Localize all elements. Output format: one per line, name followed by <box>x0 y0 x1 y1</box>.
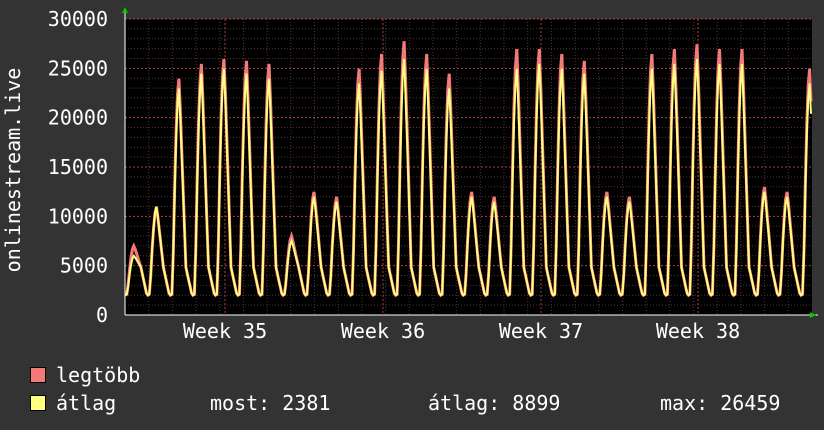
x-tick-label: Week 36 <box>341 319 425 343</box>
y-tick-label: 0 <box>96 303 108 327</box>
legend-swatch-avg <box>30 394 46 411</box>
y-tick-label: 20000 <box>48 106 108 130</box>
x-tick-label: Week 37 <box>499 319 583 343</box>
y-tick-label: 10000 <box>48 204 108 228</box>
y-tick-label: 25000 <box>48 56 108 80</box>
legend-label-max: legtöbb <box>56 363 141 387</box>
legend-item-avg: átlag <box>30 391 116 415</box>
y-tick-label: 30000 <box>48 7 108 31</box>
x-tick-label: Week 35 <box>183 319 267 343</box>
y-tick-label: 15000 <box>48 155 108 179</box>
x-tick-label: Week 38 <box>656 319 740 343</box>
legend-item-max: legtöbb <box>30 363 140 387</box>
stat-current: most: 2381 <box>210 391 331 415</box>
y-axis-label: onlinestream.live <box>1 68 25 273</box>
stat-max: max: 26459 <box>660 391 781 415</box>
y-tick-labels: 0 5000 10000 15000 20000 25000 30000 <box>48 7 108 327</box>
stat-average: átlag: 8899 <box>428 391 561 415</box>
legend-label-avg: átlag <box>56 391 117 415</box>
y-tick-label: 5000 <box>60 254 108 278</box>
x-tick-labels: Week 35 Week 36 Week 37 Week 38 <box>183 319 740 343</box>
y-axis-arrow <box>122 7 128 13</box>
legend-swatch-max <box>30 366 46 383</box>
x-axis-arrow <box>810 312 816 318</box>
